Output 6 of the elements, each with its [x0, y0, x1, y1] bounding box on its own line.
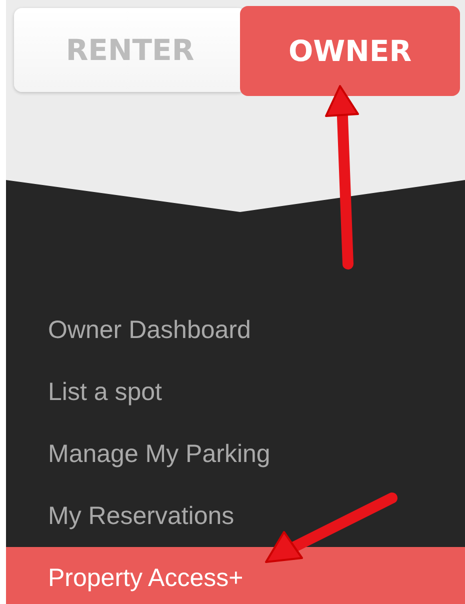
menu-item[interactable]: List a spot — [6, 361, 465, 423]
menu-item[interactable]: Property Access+ — [6, 547, 465, 604]
menu-item[interactable]: Owner Dashboard — [6, 299, 465, 361]
menu-item[interactable]: My Reservations — [6, 485, 465, 547]
menu-item[interactable]: Manage My Parking — [6, 423, 465, 485]
role-tab[interactable]: OWNER — [240, 6, 460, 96]
